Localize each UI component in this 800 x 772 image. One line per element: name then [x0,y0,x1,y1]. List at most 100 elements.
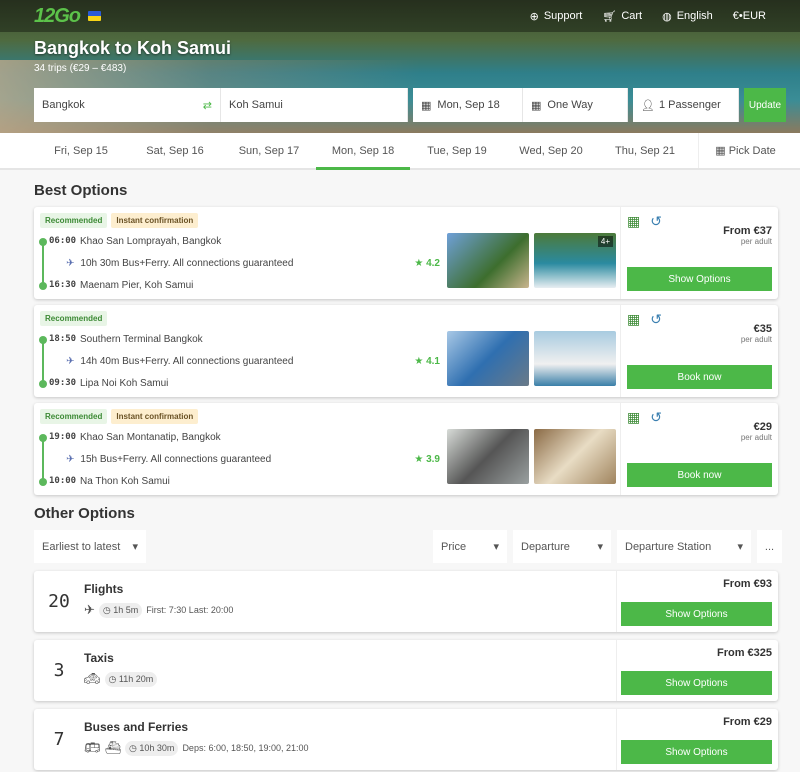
trip-price: €35 per adult [740,323,772,344]
recommended-badge: Recommended [40,311,108,326]
trip-booking: ▦ ↺ €35 per adult Book now [620,305,778,397]
date-tab[interactable]: Sun, Sep 17 [222,133,316,168]
arrival-station[interactable]: Lipa Noi Koh Samui [80,378,168,389]
transport-group[interactable]: 20 Flights ✈ ◷ 1h 5m First: 7:30 Last: 2… [34,571,778,632]
duration-badge: ◷ 11h 20m [104,671,158,687]
instant-confirmation-badge: Instant confirmation [111,409,199,424]
from-field[interactable]: Bangkok ⇄ [34,88,221,122]
show-options-button[interactable]: Show Options [621,671,772,695]
caret-down-icon: ▾ [597,541,603,553]
date-tab-active[interactable]: Mon, Sep 18 [316,133,410,170]
vehicle-photo[interactable] [447,233,529,288]
departure-filter[interactable]: Departure ▾ [513,530,611,563]
vehicle-photo[interactable] [534,429,616,484]
vehicle-photo[interactable] [534,331,616,386]
trip-description: 14h 40m Bus+Ferry. All connections guara… [80,355,294,367]
to-field[interactable]: Koh Samui [221,88,408,122]
departure-dot [39,336,47,344]
group-price: From €325 [716,647,772,659]
date-tab[interactable]: Fri, Sep 15 [34,133,128,168]
vehicle-photo[interactable] [447,331,529,386]
route-line [42,437,44,483]
pick-date-button[interactable]: ▦ Pick Date [698,133,792,168]
support-link[interactable]: ⊕ Support [530,10,583,23]
show-options-button[interactable]: Show Options [627,267,772,291]
trip-summary: 34 trips (€29 – €483) [34,63,127,74]
trip-count: 7 [53,729,65,750]
duration-badge: ◷ 1h 5m [98,602,143,618]
route-line [42,241,44,287]
arrival-station[interactable]: Na Thon Koh Samui [80,476,170,487]
trip-tags: Recommended Instant confirmation [40,409,614,424]
date-field[interactable]: ▦ Mon, Sep 18 [413,88,523,122]
group-meta: 🚌︎ ⛴︎ ◷ 10h 30m Deps: 6:00, 18:50, 19:00,… [84,740,616,756]
departure-station[interactable]: Southern Terminal Bangkok [80,334,203,345]
logo[interactable]: 12Go [34,5,81,28]
other-options-list: 20 Flights ✈ ◷ 1h 5m First: 7:30 Last: 2… [0,571,800,770]
trip-photos [447,331,616,386]
date-tab[interactable]: Sat, Sep 16 [128,133,222,168]
arrival-dot [39,478,47,486]
group-meta: ✈ ◷ 1h 5m First: 7:30 Last: 20:00 [84,602,616,618]
vehicle-photo[interactable]: 4+ [534,233,616,288]
passenger-field[interactable]: 👤︎ 1 Passenger [633,88,739,122]
trip-description: 10h 30m Bus+Ferry. All connections guara… [80,257,294,269]
trip-price: From €37 per adult [723,225,772,246]
book-now-button[interactable]: Book now [627,365,772,389]
date-tab[interactable]: Wed, Sep 20 [504,133,598,168]
trip-card[interactable]: Recommended 18:50 Southern Terminal Bangk… [34,305,778,397]
trip-card[interactable]: Recommended Instant confirmation 06:00 Kha… [34,207,778,299]
star-icon: ★ [414,257,424,269]
operator-logo-icon: ✈ [66,453,75,465]
trip-count: 20 [48,591,70,612]
trip-details: Recommended Instant confirmation 06:00 Kha… [34,207,620,299]
transport-group[interactable]: 3 Taxis 🚕︎ ◷ 11h 20m From €325 Show Opti… [34,640,778,701]
ukraine-flag-icon [88,11,102,21]
trip-booking: ▦ ↺ From €37 per adult Show Options [620,207,778,299]
cart-icon: 🛒︎ [602,10,617,23]
language-selector[interactable]: ◍ English [662,10,713,23]
transport-group[interactable]: 7 Buses and Ferries 🚌︎ ⛴︎ ◷ 10h 30m Deps:… [34,709,778,770]
departure-station[interactable]: Khao San Lomprayah, Bangkok [80,236,221,247]
operator-logo-icon: ✈ [66,257,75,269]
group-info: Buses and Ferries 🚌︎ ⛴︎ ◷ 10h 30m Deps: 6… [84,709,616,770]
calendar-icon: ▦ [421,99,432,112]
arrival-station[interactable]: Maenam Pier, Koh Samui [80,280,193,291]
swap-icon[interactable]: ⇄ [203,99,212,112]
price-filter[interactable]: Price ▾ [433,530,507,563]
vehicle-photo[interactable] [447,429,529,484]
date-tab[interactable]: Tue, Sep 19 [410,133,504,168]
departure-station-filter[interactable]: Departure Station ▾ [617,530,751,563]
group-info: Flights ✈ ◷ 1h 5m First: 7:30 Last: 20:0… [84,571,616,632]
sort-select[interactable]: Earliest to latest ▾ [34,530,146,563]
group-price: From €93 [723,578,772,590]
rating: ★ 4.2 [414,257,440,269]
star-icon: ★ [414,453,424,465]
departure-dot [39,434,47,442]
calendar-icon: ▦ [531,99,542,112]
recommended-badge: Recommended [40,213,108,228]
currency-selector[interactable]: €•EUR [733,10,766,23]
departure-info: First: 7:30 Last: 20:00 [146,605,234,615]
show-options-button[interactable]: Show Options [621,740,772,764]
group-info: Taxis 🚕︎ ◷ 11h 20m [84,640,616,701]
taxi-icon: 🚕︎ [84,671,101,686]
trip-details: Recommended Instant confirmation 19:00 Kha… [34,403,620,495]
trip-description: 15h Bus+Ferry. All connections guarantee… [80,453,272,465]
trip-photos: 4+ [447,233,616,288]
show-options-button[interactable]: Show Options [621,602,772,626]
group-booking: From €93 Show Options [616,571,778,632]
more-filters-button[interactable]: ... [757,530,782,563]
date-tab[interactable]: Thu, Sep 21 [598,133,692,168]
trip-card[interactable]: Recommended Instant confirmation 19:00 Kha… [34,403,778,495]
clock-icon: ◷ [102,604,111,615]
cart-link[interactable]: 🛒︎ Cart [602,10,642,23]
book-now-button[interactable]: Book now [627,463,772,487]
route-line [42,339,44,385]
departure-station[interactable]: Khao San Montanatip, Bangkok [80,432,221,443]
group-name: Flights [84,582,124,596]
update-button[interactable]: Update [744,88,786,122]
departure-dot [39,238,47,246]
trip-type-field[interactable]: ▦ One Way [523,88,628,122]
group-booking: From €29 Show Options [616,709,778,770]
